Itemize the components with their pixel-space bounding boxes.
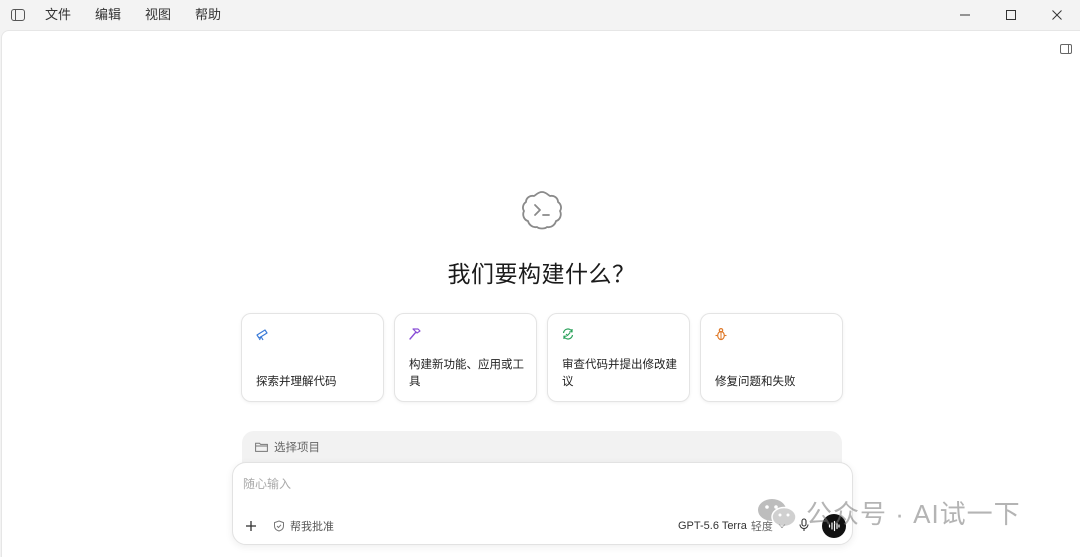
menu-edit[interactable]: 编辑 [91, 0, 131, 30]
side-panel-toggle-icon[interactable] [1060, 44, 1072, 54]
maximize-button[interactable] [988, 0, 1034, 30]
watermark: 公众号 · AI试一下 [756, 494, 1021, 531]
minimize-icon [960, 14, 970, 16]
refresh-check-icon [562, 328, 574, 340]
window-controls [942, 0, 1080, 30]
main-panel: 我们要构建什么？ 探索并理解代码 构建新功能、应用或工具 审查代码并提出修改建议… [1, 30, 1080, 557]
suggestion-cards: 探索并理解代码 构建新功能、应用或工具 审查代码并提出修改建议 修复问题和失败 [241, 313, 844, 403]
card-label: 审查代码并提出修改建议 [562, 359, 677, 388]
telescope-icon [256, 329, 268, 341]
card-review-code[interactable]: 审查代码并提出修改建议 [547, 313, 690, 402]
maximize-icon [1006, 10, 1016, 20]
model-name: GPT-5.6 Terra [678, 520, 747, 532]
sidebar-toggle-icon[interactable] [11, 9, 25, 21]
close-icon [1052, 10, 1062, 20]
app-logo-icon [522, 191, 562, 230]
approval-mode-label: 帮我批准 [290, 521, 334, 533]
card-explore-code[interactable]: 探索并理解代码 [241, 313, 384, 402]
card-label: 探索并理解代码 [256, 376, 337, 388]
add-attachment-button[interactable] [244, 519, 258, 533]
card-label: 修复问题和失败 [715, 376, 796, 388]
folder-icon [255, 442, 268, 452]
card-fix-issues[interactable]: 修复问题和失败 [700, 313, 843, 402]
project-selector-label: 选择项目 [274, 442, 320, 454]
menu-bar: 文件 编辑 视图 帮助 [41, 0, 241, 30]
bug-icon [715, 327, 727, 341]
card-build-feature[interactable]: 构建新功能、应用或工具 [394, 313, 537, 402]
approval-mode-button[interactable]: 帮我批准 [273, 518, 334, 534]
wechat-icon [758, 498, 797, 527]
hammer-icon [409, 328, 421, 340]
prompt-input[interactable] [243, 475, 803, 493]
minimize-button[interactable] [942, 0, 988, 30]
menu-view[interactable]: 视图 [141, 0, 181, 30]
page-headline: 我们要构建什么？ [447, 261, 636, 287]
menu-help[interactable]: 帮助 [191, 0, 231, 30]
card-label: 构建新功能、应用或工具 [409, 359, 524, 388]
title-bar: 文件 编辑 视图 帮助 [0, 0, 1080, 30]
watermark-text: 公众号 · AI试一下 [806, 499, 1021, 529]
shield-icon [274, 520, 284, 532]
menu-file[interactable]: 文件 [41, 0, 81, 30]
close-button[interactable] [1034, 0, 1080, 30]
